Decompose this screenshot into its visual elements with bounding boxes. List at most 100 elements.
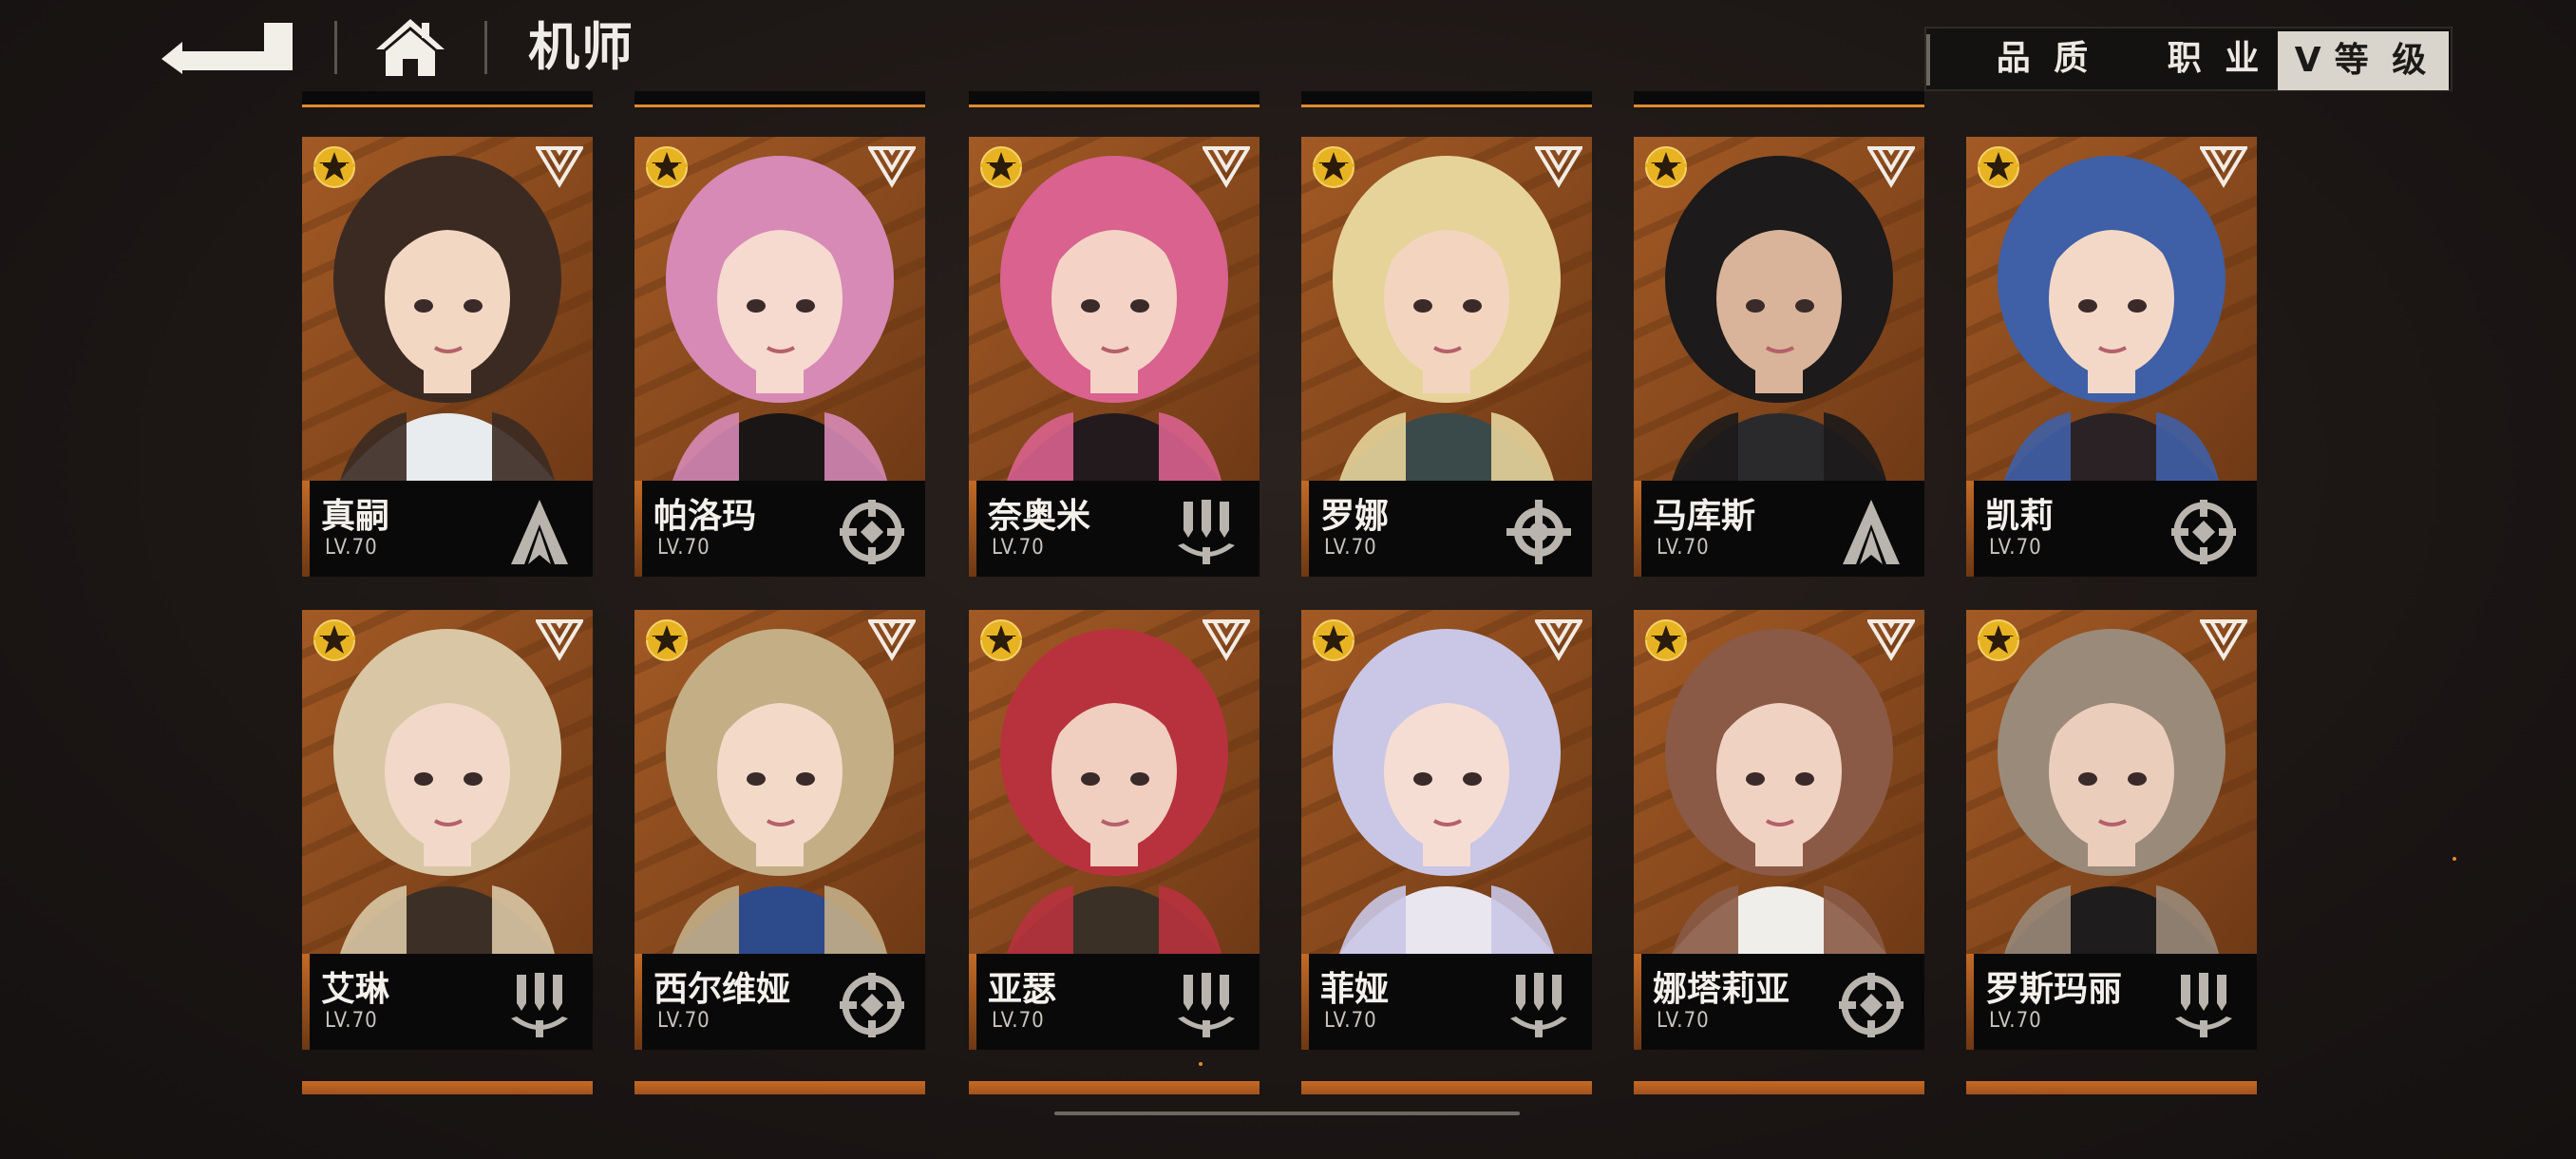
card-partial-bottom[interactable] [1966, 1081, 2257, 1094]
infobar-accent [1634, 954, 1641, 1050]
star-badge-icon [312, 144, 357, 190]
crosshair-class-icon [2168, 496, 2240, 568]
pilot-level: LV.70 [1989, 536, 2042, 560]
star-badge-icon [1311, 618, 1356, 663]
pilot-card[interactable]: 罗娜 LV.70 [1301, 137, 1592, 577]
rank-emblem-icon [1201, 618, 1252, 661]
pilot-name: 奈奥米 [988, 497, 1091, 536]
star-badge-icon [978, 618, 1024, 663]
missile-class-icon [1170, 969, 1242, 1041]
pilot-level: LV.70 [657, 536, 710, 560]
star-badge-icon [1643, 618, 1689, 663]
header-divider [334, 21, 337, 74]
pilot-level: LV.70 [1989, 1009, 2042, 1033]
missile-class-icon [2168, 969, 2240, 1041]
crosshair-class-icon [1835, 969, 1907, 1041]
pilot-name: 艾琳 [321, 970, 390, 1009]
star-badge-icon [312, 618, 357, 663]
pilot-level: LV.70 [1324, 536, 1377, 560]
infobar-accent [1301, 954, 1309, 1050]
card-partial-bottom[interactable] [635, 1081, 925, 1094]
pilot-infobar: 帕洛玛 LV.70 [635, 481, 925, 577]
pilot-card[interactable]: 罗斯玛丽 LV.70 [1966, 610, 2257, 1050]
infobar-accent [969, 954, 976, 1050]
pilot-infobar: 凯莉 LV.70 [1966, 481, 2257, 577]
card-partial-bottom[interactable] [969, 1081, 1260, 1094]
card-partial-bottom[interactable] [302, 1081, 593, 1094]
deco-dot [1199, 1062, 1203, 1066]
pilot-infobar: 罗娜 LV.70 [1301, 481, 1592, 577]
pilot-card[interactable]: 西尔维娅 LV.70 [635, 610, 925, 1050]
filter-level-label: 等 级 [2334, 41, 2433, 80]
card-partial-bottom[interactable] [1634, 1081, 1924, 1094]
card-partial-top [969, 91, 1260, 107]
pilot-infobar: 罗斯玛丽 LV.70 [1966, 954, 2257, 1050]
pilot-infobar: 真嗣 LV.70 [302, 481, 593, 577]
pilot-card[interactable]: 凯莉 LV.70 [1966, 137, 2257, 577]
filter-bar: 品 质 职 业 V等 级 [1924, 27, 2453, 91]
card-partial-top [302, 91, 593, 107]
star-badge-icon [644, 618, 690, 663]
pilot-card[interactable]: 马库斯 LV.70 [1634, 137, 1924, 577]
infobar-accent [1634, 481, 1641, 577]
missile-class-icon [1170, 496, 1242, 568]
filter-class-label: 职 业 [2167, 39, 2265, 78]
star-badge-icon [1311, 144, 1356, 190]
pilot-card[interactable]: 菲娅 LV.70 [1301, 610, 1592, 1050]
filter-class[interactable]: 职 业 [2145, 28, 2287, 89]
pilot-level: LV.70 [1657, 1009, 1710, 1033]
arrow-class-icon [503, 496, 576, 568]
pilot-card[interactable]: 娜塔莉亚 LV.70 [1634, 610, 1924, 1050]
pilot-infobar: 亚瑟 LV.70 [969, 954, 1260, 1050]
crosshair-class-icon [836, 969, 908, 1041]
star-badge-icon [1976, 618, 2021, 663]
pilot-card[interactable]: 艾琳 LV.70 [302, 610, 593, 1050]
pilot-infobar: 西尔维娅 LV.70 [635, 954, 925, 1050]
pilot-level: LV.70 [992, 536, 1045, 560]
pilot-card[interactable]: 真嗣 LV.70 [302, 137, 593, 577]
star-badge-icon [978, 144, 1024, 190]
filter-quality[interactable]: 品 质 [1974, 28, 2116, 89]
pilot-level: LV.70 [657, 1009, 710, 1033]
home-button[interactable] [372, 13, 448, 80]
pilot-card[interactable]: 帕洛玛 LV.70 [635, 137, 925, 577]
pilot-card[interactable]: 亚瑟 LV.70 [969, 610, 1260, 1050]
pilot-name: 亚瑟 [988, 970, 1057, 1009]
crosshair-class-icon [836, 496, 908, 568]
rank-emblem-icon [1201, 144, 1252, 188]
filter-level[interactable]: V等 级 [2278, 31, 2449, 90]
pilot-level: LV.70 [325, 536, 378, 560]
back-arrow-icon [161, 23, 293, 74]
missile-class-icon [1503, 969, 1575, 1041]
card-partial-top [1301, 91, 1592, 107]
rank-emblem-icon [1866, 618, 1917, 661]
pilot-name: 菲娅 [1320, 970, 1390, 1009]
rank-emblem-icon [1533, 144, 1584, 188]
wrench-class-icon [1503, 496, 1575, 568]
deco-dot [2453, 857, 2456, 861]
pilot-card[interactable]: 奈奥米 LV.70 [969, 137, 1260, 577]
star-badge-icon [1976, 144, 2021, 190]
infobar-accent [1966, 481, 1974, 577]
pilot-infobar: 奈奥米 LV.70 [969, 481, 1260, 577]
infobar-accent [1301, 481, 1309, 577]
pilot-infobar: 马库斯 LV.70 [1634, 481, 1924, 577]
infobar-accent [302, 954, 310, 1050]
pilot-name: 娜塔莉亚 [1653, 970, 1790, 1009]
pilot-name: 西尔维娅 [653, 970, 791, 1009]
rank-emblem-icon [1533, 618, 1584, 661]
infobar-accent [1966, 954, 1974, 1050]
rank-emblem-icon [866, 618, 918, 661]
pilot-level: LV.70 [325, 1009, 378, 1033]
scroll-indicator[interactable] [1054, 1112, 1520, 1115]
rank-emblem-icon [534, 618, 585, 661]
pilot-infobar: 菲娅 LV.70 [1301, 954, 1592, 1050]
rank-emblem-icon [2198, 144, 2249, 188]
filter-bar-edge [1926, 34, 1930, 86]
back-button[interactable] [161, 19, 294, 74]
pilot-name: 罗娜 [1320, 497, 1390, 536]
chevron-down-icon: V [2294, 41, 2327, 80]
pilot-name: 罗斯玛丽 [1985, 970, 2123, 1009]
card-partial-bottom[interactable] [1301, 1081, 1592, 1094]
page-title: 机师 [528, 17, 635, 77]
